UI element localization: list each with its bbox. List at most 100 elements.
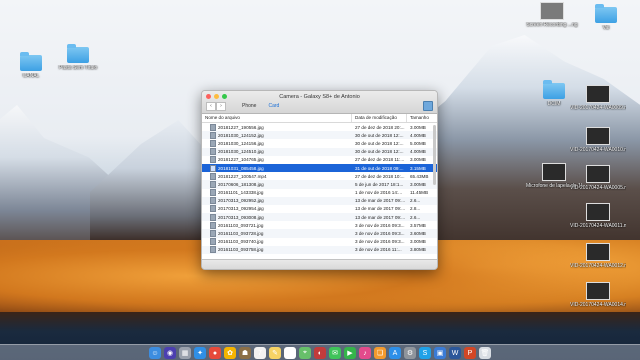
info-icon[interactable] [423,101,433,111]
system-preferences-icon[interactable]: ⚙ [404,347,416,359]
file-row[interactable]: 20181227_190556.jpg 27 de dez de 2018 20:… [202,123,437,132]
chrome-icon[interactable]: ● [209,347,221,359]
file-icon [210,238,216,246]
powerpoint-icon[interactable]: P [464,347,476,359]
file-row[interactable]: 20181227_104765.jpg 27 de dez de 2018 11:… [202,155,437,164]
desktop-icon-screen-recording[interactable]: Screen Recording ...ng [524,2,580,28]
file-row[interactable]: 20161103_093721.jpg 3 de nov de 2016 09:3… [202,221,437,230]
file-name-cell: 20170313_092952.jpg [202,197,352,205]
file-name-cell: 20181227_100547.mp4 [202,172,352,180]
trash-icon[interactable]: 🗑 [479,347,491,359]
itunes-icon[interactable]: ♪ [359,347,371,359]
ibooks-icon[interactable]: ❏ [374,347,386,359]
file-row[interactable]: 20181030_124156.jpg 30 de out de 2018 12:… [202,139,437,148]
video-thumbnail-icon [540,2,564,20]
launchpad-icon[interactable]: ▦ [179,347,191,359]
messages-icon[interactable]: ✉ [329,347,341,359]
file-icon [210,205,216,213]
desktop-icon-video[interactable]: VID-20170424-WA0010.mp4 [570,127,626,153]
file-date: 30 de out de 2018 12:... [355,149,404,155]
desktop-icon-video[interactable]: VID-20170424-WA0012.mp4 [570,243,626,269]
desktop-icon-label: VID-20170424-WA0012.mp4 [570,263,626,269]
desktop-icon-vai[interactable]: Vai [578,4,634,31]
file-row[interactable]: 20181031_085458.jpg 31 de out de 2018 09:… [202,163,437,173]
video-thumbnail-icon [542,163,566,181]
column-size-header[interactable]: Tamanho [407,114,437,122]
file-name: 20161103_093728.jpg [218,231,264,237]
file-name: 20181030_124152.jpg [218,132,264,138]
file-row[interactable]: 20161103_093740.jpg 3 de nov de 2016 09:3… [202,237,437,246]
maps-icon[interactable]: ⌖ [299,347,311,359]
file-row[interactable]: 20170313_092952.jpg 13 de mar de 2017 09:… [202,196,437,205]
video-thumbnail-icon [586,165,610,183]
dock: ☺ ◉ ▦ ✦ ● ✿ ☗ 7 ✎ ☰ ⌖ ◐ ✉ ▶ ♪ ❏ A ⚙ S ▣ W P 🗑 [0,344,640,360]
desktop-icon-video[interactable]: VID-20170424-WA0009.mp4 [570,85,626,111]
file-row[interactable]: 20170313_093008.jpg 13 de mar de 2017 09:… [202,213,437,222]
tab-phone[interactable]: Phone [242,103,256,109]
file-row[interactable]: 20161103_093758.jpg 3 de nov de 2016 11:.… [202,245,437,254]
facetime-icon[interactable]: ▶ [344,347,356,359]
desktop-icon-video[interactable]: VID-20170424-WA0005.mp4 [570,165,626,191]
reminders-icon[interactable]: ☰ [284,347,296,359]
file-name-cell: 20170606_181308.jpg [202,180,352,188]
file-row[interactable]: 20181030_124510.jpg 30 de out de 2018 12:… [202,147,437,156]
calendar-icon[interactable]: 7 [254,347,266,359]
file-date: 30 de out de 2018 12:... [355,132,404,138]
photo-booth-icon[interactable]: ◐ [314,347,326,359]
siri-icon[interactable]: ◉ [164,347,176,359]
file-size: 3.60MB [410,231,426,237]
file-row[interactable]: 20170313_092954.jpg 13 de mar de 2017 09:… [202,204,437,214]
file-date: 13 de mar de 2017 09:... [355,214,406,220]
desktop-icon-video[interactable]: VID-20170424-WA0014.mp4 [570,282,626,308]
file-date: 3 de nov de 2016 09:3... [355,239,405,245]
file-row[interactable]: 20161101_143338.jpg 1 de nov de 2016 14:.… [202,188,437,197]
file-icon [210,148,216,156]
back-button[interactable]: ‹ [206,102,216,111]
file-icon [210,164,216,172]
app-store-icon[interactable]: A [389,347,401,359]
file-icon [210,123,216,131]
file-name-cell: 20161103_093758.jpg [202,246,352,254]
tab-card[interactable]: Card [268,103,279,109]
file-row[interactable]: 20181227_100547.mp4 27 de dez de 2018 10:… [202,172,437,181]
word-icon[interactable]: W [449,347,461,359]
file-browser-window: Camera - Galaxy S8+ de Antonio ‹ › Phone… [201,90,438,270]
folder-icon [67,44,89,63]
file-row[interactable]: 20170606_181308.jpg 5 de jun de 2017 18:1… [202,180,437,189]
file-name: 20170313_093008.jpg [218,214,264,220]
file-name-cell: 20181031_085458.jpg [202,164,352,172]
file-row[interactable]: 20181030_124152.jpg 30 de out de 2018 12:… [202,131,437,140]
vertical-scrollbar[interactable] [433,125,436,185]
window-titlebar[interactable]: Camera - Galaxy S8+ de Antonio ‹ › Phone… [202,91,437,114]
file-icon [210,189,216,197]
file-name-cell: 20161101_143338.jpg [202,189,352,197]
file-name: 20181227_100547.mp4 [218,173,267,179]
contacts-icon[interactable]: ☗ [239,347,251,359]
file-name: 20181227_190556.jpg [218,124,264,130]
video-thumbnail-icon [586,243,610,261]
file-size: 2.8... [410,206,421,212]
file-name: 20170606_181308.jpg [218,181,264,187]
desktop-icon-video[interactable]: VID-20170424-WA0011.mp4 [570,203,626,229]
file-size: 3.57MB [410,222,426,228]
forward-button[interactable]: › [216,102,226,111]
file-row[interactable]: 20161103_093728.jpg 3 de nov de 2016 09:3… [202,229,437,238]
file-name-cell: 20161103_093728.jpg [202,230,352,238]
file-date: 1 de nov de 2016 14:... [355,190,402,196]
column-date-header[interactable]: Data de modificação [352,114,407,122]
file-name: 20181030_124156.jpg [218,140,264,146]
photos-icon[interactable]: ✿ [224,347,236,359]
iphoto-icon[interactable]: ▣ [434,347,446,359]
skype-icon[interactable]: S [419,347,431,359]
file-icon [210,180,216,188]
file-name: 20161101_143338.jpg [218,190,264,196]
desktop-icon-label: VID-20170424-WA0010.mp4 [570,147,626,153]
notes-icon[interactable]: ✎ [269,347,281,359]
desktop-icon-pasta-sem-titulo[interactable]: Pasta Sem Título [50,44,106,71]
finder-icon[interactable]: ☺ [149,347,161,359]
file-name: 20161103_093740.jpg [218,239,264,245]
file-date: 13 de mar de 2017 09:... [355,198,406,204]
safari-icon[interactable]: ✦ [194,347,206,359]
column-name-header[interactable]: Nome do arquivo [202,114,352,122]
file-name-cell: 20161103_093740.jpg [202,238,352,246]
